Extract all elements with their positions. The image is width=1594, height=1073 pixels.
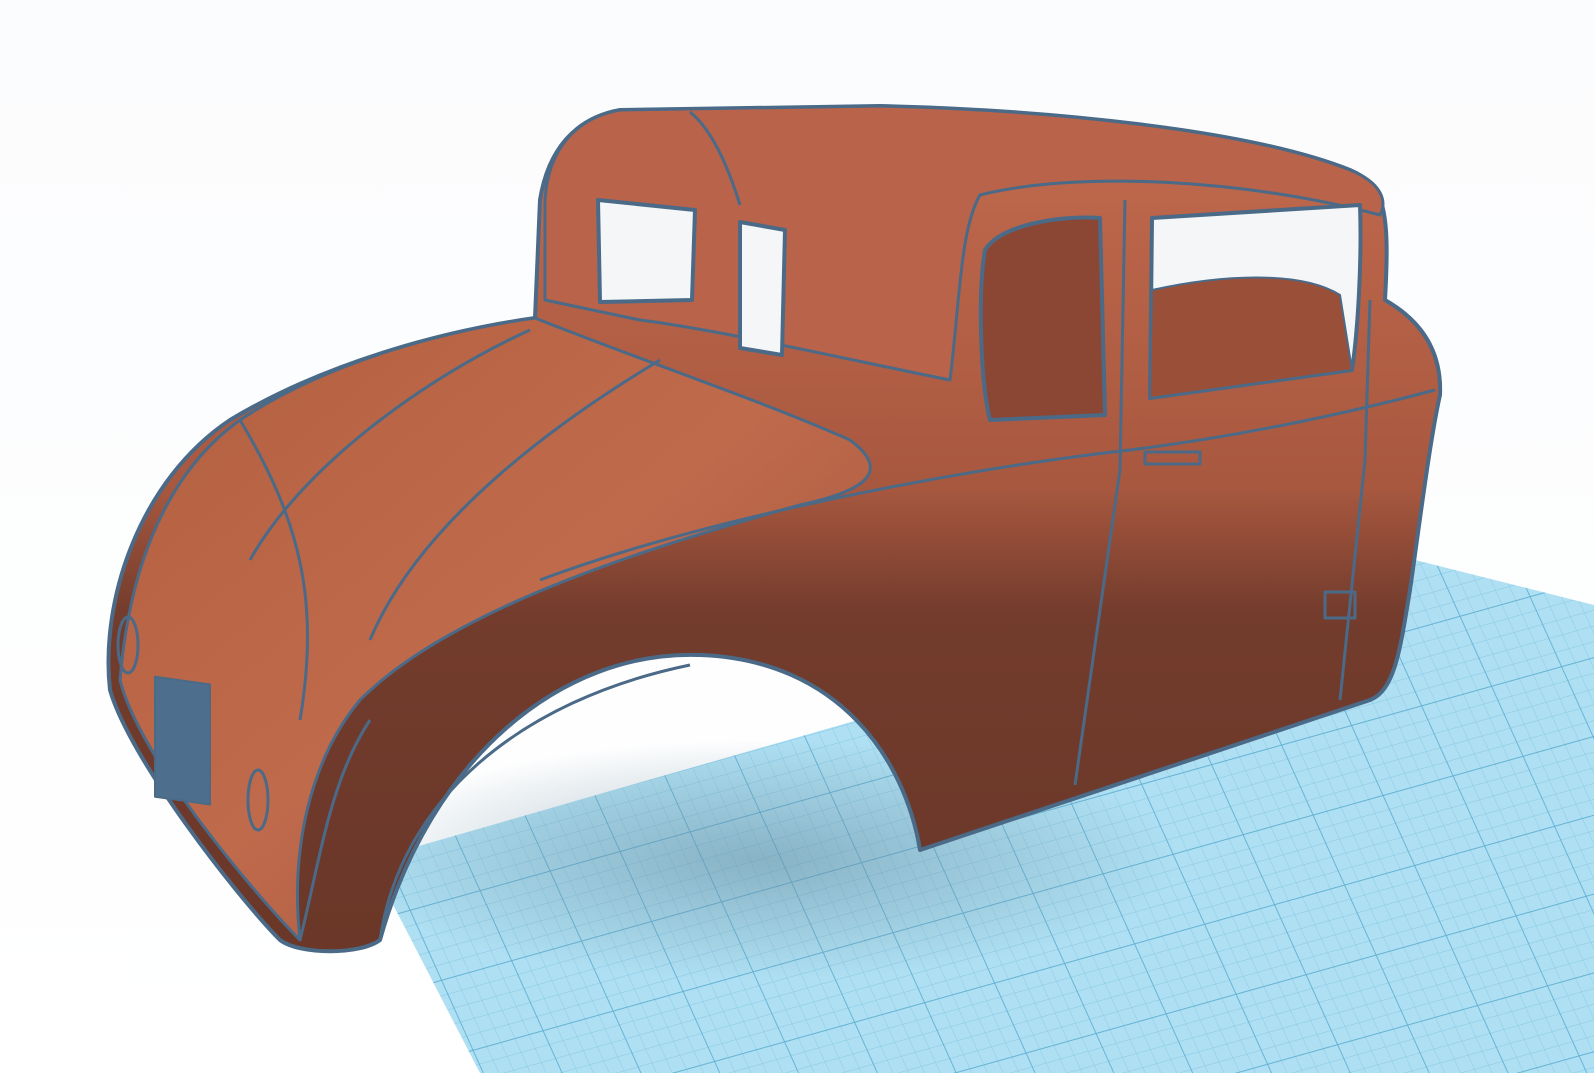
scene[interactable]: [0, 0, 1594, 1073]
door-window-front: [978, 215, 1107, 422]
quarter-window: [738, 220, 787, 357]
license-plate: [154, 675, 211, 806]
rear-side-window: [596, 198, 697, 304]
3d-viewport[interactable]: [0, 0, 1594, 1073]
